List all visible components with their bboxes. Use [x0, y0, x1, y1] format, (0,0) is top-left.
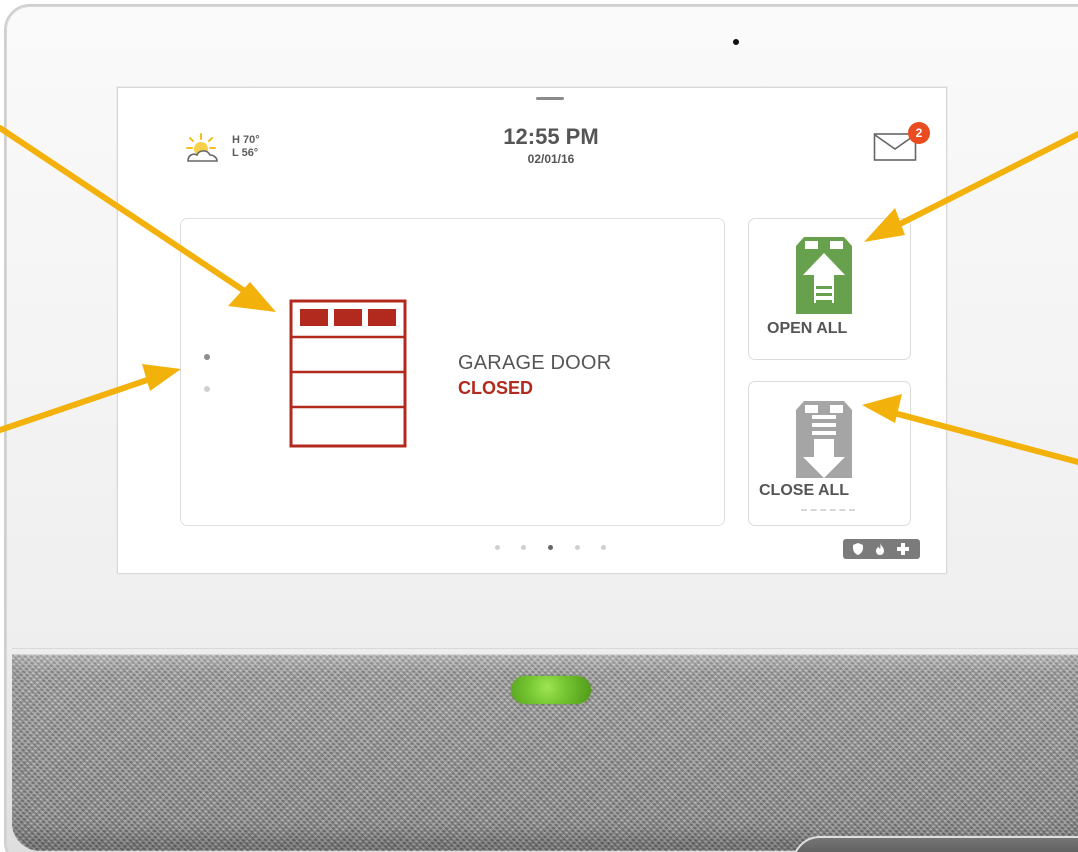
- front-camera-icon: [733, 39, 739, 45]
- garage-door-icon: [289, 299, 407, 448]
- high-temperature: H 70°: [232, 134, 260, 146]
- status-indicator-light: [511, 676, 591, 704]
- card-page-dot-active: [204, 354, 210, 360]
- close-all-label: CLOSE ALL: [759, 482, 850, 499]
- device-name: GARAGE DOOR: [458, 352, 612, 374]
- page-indicator: [495, 545, 606, 553]
- message-count-badge: 2: [908, 122, 930, 144]
- sun-cloud-icon: [186, 133, 218, 162]
- device-base-corner: [792, 836, 1078, 852]
- panel-divider: [12, 648, 1078, 649]
- close-all-button[interactable]: CLOSE ALL: [748, 381, 911, 526]
- low-temperature: L 56°: [232, 147, 259, 159]
- garage-close-all-icon: [796, 401, 852, 478]
- current-time: 12:55 PM: [503, 124, 599, 149]
- hidden-label-hint: [801, 509, 855, 512]
- page-dot-5[interactable]: [601, 545, 606, 550]
- security-status-bar[interactable]: [843, 539, 920, 559]
- page-dot-1[interactable]: [495, 545, 500, 550]
- card-page-indicator: [204, 354, 212, 394]
- open-all-button[interactable]: OPEN ALL: [748, 218, 911, 360]
- current-date: 02/01/16: [527, 152, 575, 166]
- garage-open-all-icon: [796, 237, 852, 314]
- weather-forecast: H 70° L 56°: [232, 134, 260, 160]
- page-dot-3-active[interactable]: [548, 545, 553, 550]
- garage-door-card[interactable]: GARAGE DOOR CLOSED: [180, 218, 725, 526]
- page-dot-4[interactable]: [575, 545, 580, 550]
- shield-icon: [853, 543, 863, 555]
- garage-control-screen: H 70° L 56° 12:55 PM 02/01/16 2 GARAGE D…: [117, 87, 947, 574]
- page-dot-2[interactable]: [521, 545, 526, 550]
- pull-down-handle[interactable]: [536, 97, 564, 100]
- product-screenshot: H 70° L 56° 12:55 PM 02/01/16 2 GARAGE D…: [0, 0, 1078, 852]
- messages-button[interactable]: 2: [873, 122, 939, 172]
- fire-icon: [876, 543, 884, 555]
- card-page-dot: [204, 386, 210, 392]
- device-status: CLOSED: [458, 378, 534, 398]
- open-all-label: OPEN ALL: [767, 320, 848, 337]
- medical-cross-icon: [897, 543, 909, 555]
